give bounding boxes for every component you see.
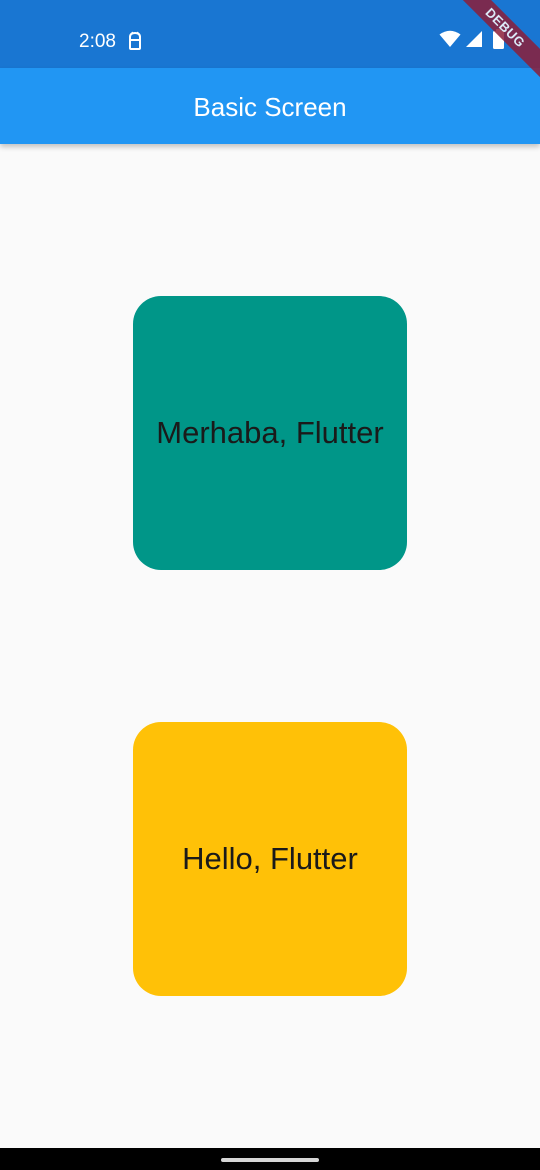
battery-icon	[493, 28, 504, 54]
greeting-text-turkish: Merhaba, Flutter	[156, 415, 384, 450]
android-debug-icon	[127, 31, 143, 51]
app-screen: 2:08 DEBUG Basic Screen Merhaba, Flutter…	[0, 0, 540, 1170]
greeting-card-english: Hello, Flutter	[133, 722, 407, 996]
system-nav-bar	[0, 1148, 540, 1170]
page-title: Basic Screen	[193, 92, 347, 122]
cell-signal-icon	[465, 30, 483, 53]
home-gesture-handle[interactable]	[221, 1158, 319, 1162]
status-time: 2:08	[79, 31, 116, 52]
status-icons	[439, 28, 504, 54]
wifi-icon	[439, 30, 461, 53]
greeting-text-english: Hello, Flutter	[182, 841, 358, 876]
app-bar: Basic Screen	[0, 68, 540, 144]
greeting-card-turkish: Merhaba, Flutter	[133, 296, 407, 570]
status-bar: 2:08	[0, 0, 540, 68]
